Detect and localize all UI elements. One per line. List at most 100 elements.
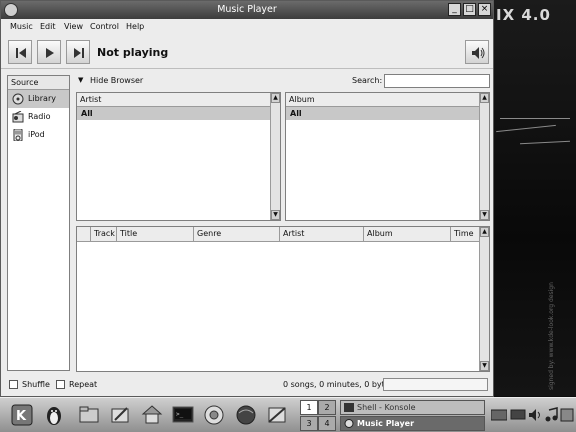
source-item-radio[interactable]: Radio xyxy=(8,108,69,126)
album-scrollbar[interactable]: ▲ ▼ xyxy=(479,93,489,220)
task-music-player[interactable]: Music Player xyxy=(340,416,485,431)
library-summary: 0 songs, 0 minutes, 0 bytes xyxy=(283,380,394,389)
maximize-button[interactable]: □ xyxy=(463,3,476,16)
search-input[interactable] xyxy=(384,74,490,88)
minimize-button[interactable]: _ xyxy=(448,3,461,16)
shuffle-label[interactable]: Shuffle xyxy=(22,380,50,389)
menu-edit[interactable]: Edit xyxy=(40,22,56,31)
library-icon xyxy=(12,93,24,105)
track-list-header: Track Title Genre Artist Album Time xyxy=(77,227,480,242)
speaker-icon xyxy=(472,47,485,59)
menu-control[interactable]: Control xyxy=(90,22,119,31)
artist-header[interactable]: Artist xyxy=(77,93,270,107)
network-icon[interactable] xyxy=(559,407,575,423)
hide-browser-toggle[interactable]: Hide Browser xyxy=(90,76,143,85)
source-item-library[interactable]: Library xyxy=(8,90,69,108)
task-konsole[interactable]: Shell - Konsole xyxy=(340,400,485,415)
next-button[interactable] xyxy=(66,40,90,64)
desktop-logo-text: IX 4.0 xyxy=(496,6,551,24)
volume-tray-icon[interactable] xyxy=(527,407,543,423)
taskbar: K >_ 1 2 3 4 Shell - Konsole Music Playe… xyxy=(0,397,576,432)
artist-row[interactable]: All xyxy=(77,107,270,120)
repeat-checkbox[interactable] xyxy=(56,380,65,389)
music-player-window: Music Player _ □ × Music Edit View Contr… xyxy=(0,0,494,397)
column-track[interactable]: Track xyxy=(91,227,117,242)
artist-pane: Artist All ▲ ▼ xyxy=(76,92,281,221)
album-header[interactable]: Album xyxy=(286,93,479,107)
music-note-icon[interactable] xyxy=(543,407,559,423)
search-label: Search: xyxy=(352,76,383,85)
help-lifebuoy-icon[interactable] xyxy=(202,403,226,427)
now-playing-label: Not playing xyxy=(97,46,169,59)
next-icon xyxy=(74,48,84,58)
display-icon[interactable] xyxy=(510,407,526,423)
column-artist[interactable]: Artist xyxy=(280,227,364,242)
source-item-label: Library xyxy=(28,94,56,103)
close-button[interactable]: × xyxy=(478,3,491,16)
status-progress-field xyxy=(383,378,488,391)
menu-view[interactable]: View xyxy=(64,22,83,31)
task-label: Shell - Konsole xyxy=(357,403,416,412)
window-titlebar[interactable]: Music Player _ □ × xyxy=(1,1,493,19)
keyboard-layout-icon[interactable] xyxy=(491,407,507,423)
scroll-down-icon[interactable]: ▼ xyxy=(480,210,489,220)
browser-globe-icon[interactable] xyxy=(234,403,258,427)
previous-button[interactable] xyxy=(8,40,32,64)
ipod-icon xyxy=(13,129,23,141)
light-streak xyxy=(520,140,570,145)
play-icon xyxy=(46,48,54,58)
kde-menu-icon[interactable]: K xyxy=(10,403,34,427)
volume-button[interactable] xyxy=(465,40,489,64)
browser-bar: ▼ Hide Browser Search: xyxy=(76,74,490,89)
column-time[interactable]: Time xyxy=(451,227,480,242)
triangle-down-icon[interactable]: ▼ xyxy=(78,76,83,84)
radio-icon xyxy=(12,111,24,123)
light-streak xyxy=(500,118,570,119)
desktop-2[interactable]: 2 xyxy=(318,400,336,415)
svg-text:>_: >_ xyxy=(176,411,184,418)
artist-scrollbar[interactable]: ▲ ▼ xyxy=(270,93,280,220)
svg-text:K: K xyxy=(16,409,27,424)
editor-icon[interactable] xyxy=(108,403,132,427)
source-item-label: iPod xyxy=(28,130,45,139)
track-list: Track Title Genre Artist Album Time ▲ ▼ xyxy=(76,226,490,372)
desktop-side-text: signed by: www.kde-look.org design xyxy=(548,282,555,390)
desktop-4[interactable]: 4 xyxy=(318,416,336,431)
playback-toolbar: Not playing xyxy=(1,36,493,69)
source-list: Source Library Radio iPod xyxy=(7,75,70,371)
penguin-icon[interactable] xyxy=(42,403,66,427)
terminal-icon[interactable]: >_ xyxy=(171,403,195,427)
menubar: Music Edit View Control Help xyxy=(1,20,493,35)
menu-music[interactable]: Music xyxy=(10,22,33,31)
konsole-icon xyxy=(344,403,354,412)
previous-icon xyxy=(16,48,26,58)
home-icon[interactable] xyxy=(140,403,164,427)
column-blank[interactable] xyxy=(77,227,91,242)
desktop-1[interactable]: 1 xyxy=(300,400,318,415)
task-label: Music Player xyxy=(357,419,415,428)
window-title: Music Player xyxy=(217,4,277,15)
repeat-label[interactable]: Repeat xyxy=(69,380,97,389)
album-pane: Album All ▲ ▼ xyxy=(285,92,490,221)
office-icon[interactable] xyxy=(265,403,289,427)
source-item-ipod[interactable]: iPod xyxy=(8,126,69,144)
scroll-down-icon[interactable]: ▼ xyxy=(271,210,280,220)
album-row[interactable]: All xyxy=(286,107,479,120)
play-button[interactable] xyxy=(37,40,61,64)
column-album[interactable]: Album xyxy=(364,227,451,242)
light-streak xyxy=(496,124,556,133)
source-item-label: Radio xyxy=(28,112,51,121)
scroll-up-icon[interactable]: ▲ xyxy=(480,227,489,237)
column-genre[interactable]: Genre xyxy=(194,227,280,242)
scroll-down-icon[interactable]: ▼ xyxy=(480,361,489,371)
track-list-scrollbar[interactable]: ▲ ▼ xyxy=(479,227,489,371)
desktop-3[interactable]: 3 xyxy=(300,416,318,431)
shuffle-checkbox[interactable] xyxy=(9,380,18,389)
scroll-up-icon[interactable]: ▲ xyxy=(271,93,280,103)
scroll-up-icon[interactable]: ▲ xyxy=(480,93,489,103)
file-manager-icon[interactable] xyxy=(77,403,101,427)
column-title[interactable]: Title xyxy=(117,227,194,242)
menu-help[interactable]: Help xyxy=(126,22,144,31)
music-player-icon xyxy=(344,419,354,428)
source-header[interactable]: Source xyxy=(8,76,69,90)
